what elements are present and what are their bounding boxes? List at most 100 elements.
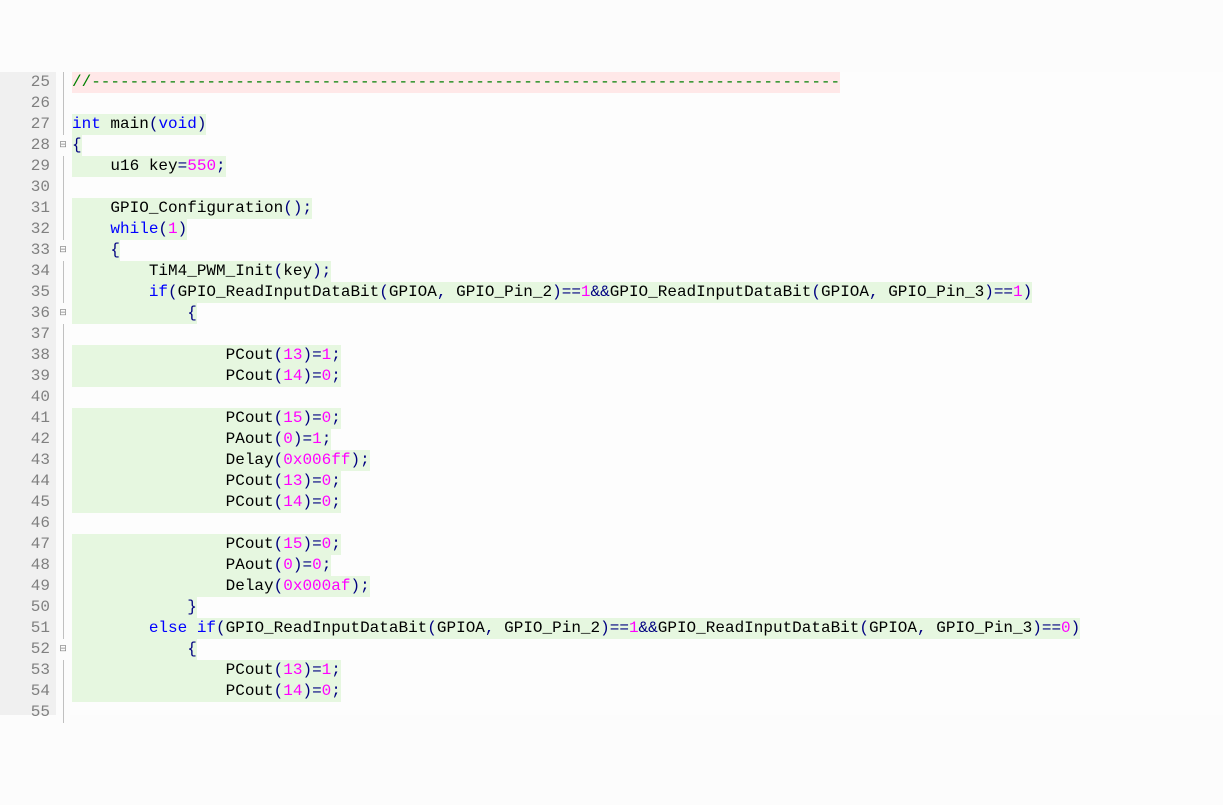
token-punc: ) — [302, 682, 312, 700]
token-punc: ( — [427, 619, 437, 637]
token-plain — [72, 619, 149, 637]
code-line[interactable] — [72, 702, 1223, 723]
token-punc: ( — [274, 472, 284, 490]
code-line[interactable] — [72, 177, 1223, 198]
code-line[interactable]: { — [72, 303, 1223, 324]
code-line[interactable]: PCout(14)=0; — [72, 492, 1223, 513]
token-number: 0 — [283, 430, 293, 448]
line-number: 30 — [0, 177, 50, 198]
code-line-content: GPIO_Configuration(); — [72, 198, 312, 219]
fold-guide — [56, 282, 70, 303]
token-number: 0 — [322, 682, 332, 700]
token-punc: ( — [859, 619, 869, 637]
token-number: 15 — [283, 409, 302, 427]
code-line[interactable]: Delay(0x006ff); — [72, 450, 1223, 471]
token-punc: { — [72, 136, 82, 154]
code-line[interactable]: if(GPIO_ReadInputDataBit(GPIOA, GPIO_Pin… — [72, 282, 1223, 303]
line-number: 28 — [0, 135, 50, 156]
code-line[interactable]: PCout(13)=1; — [72, 660, 1223, 681]
token-punc: ; — [331, 367, 341, 385]
token-punc: ( — [274, 577, 284, 595]
code-line[interactable]: PCout(13)=1; — [72, 345, 1223, 366]
token-number: 1 — [322, 661, 332, 679]
token-plain: GPIO_Pin_2 — [504, 619, 600, 637]
line-number: 29 — [0, 156, 50, 177]
code-line[interactable]: { — [72, 135, 1223, 156]
token-punc: , — [437, 283, 456, 301]
code-line-content: PCout(14)=0; — [72, 681, 341, 702]
token-plain: PCout — [72, 472, 274, 490]
token-punc: ; — [331, 493, 341, 511]
line-number: 25 — [0, 72, 50, 93]
code-line[interactable]: int main(void) — [72, 114, 1223, 135]
code-line[interactable]: GPIO_Configuration(); — [72, 198, 1223, 219]
fold-guide — [56, 513, 70, 534]
token-hex: 0x000af — [283, 577, 350, 595]
fold-toggle-icon[interactable]: ⊟ — [56, 135, 70, 156]
code-line[interactable] — [72, 93, 1223, 114]
fold-guide — [56, 534, 70, 555]
line-number: 42 — [0, 429, 50, 450]
line-number: 37 — [0, 324, 50, 345]
code-line[interactable]: TiM4_PWM_Init(key); — [72, 261, 1223, 282]
code-line[interactable]: while(1) — [72, 219, 1223, 240]
token-number: 1 — [581, 283, 591, 301]
code-line[interactable] — [72, 387, 1223, 408]
token-punc: ( — [216, 619, 226, 637]
fold-toggle-icon[interactable]: ⊟ — [56, 240, 70, 261]
code-line[interactable]: PCout(14)=0; — [72, 681, 1223, 702]
token-punc: ; — [331, 409, 341, 427]
token-operator: = — [312, 472, 322, 490]
token-plain: PAout — [72, 430, 274, 448]
token-plain — [72, 220, 110, 238]
fold-toggle-icon[interactable]: ⊟ — [56, 639, 70, 660]
code-line-content: { — [72, 240, 120, 261]
code-line[interactable] — [72, 324, 1223, 345]
code-editor: 2526272829303132333435363738394041424344… — [0, 72, 1223, 715]
code-line[interactable]: PCout(14)=0; — [72, 366, 1223, 387]
token-plain: PCout — [72, 346, 274, 364]
code-line-content: //--------------------------------------… — [72, 72, 840, 93]
token-plain: PAout — [72, 556, 274, 574]
token-operator: = — [312, 682, 322, 700]
code-area[interactable]: //--------------------------------------… — [70, 72, 1223, 715]
token-punc: ; — [216, 157, 226, 175]
code-line[interactable]: Delay(0x000af); — [72, 576, 1223, 597]
line-number: 44 — [0, 471, 50, 492]
token-plain: PCout — [72, 409, 274, 427]
token-punc: ); — [350, 451, 369, 469]
code-line[interactable]: else if(GPIO_ReadInputDataBit(GPIOA, GPI… — [72, 618, 1223, 639]
token-type: int — [72, 115, 101, 133]
token-operator: = — [302, 430, 312, 448]
code-line[interactable]: //--------------------------------------… — [72, 72, 1223, 93]
token-punc: ) — [1023, 283, 1033, 301]
token-punc: ; — [331, 661, 341, 679]
code-line[interactable]: PCout(15)=0; — [72, 408, 1223, 429]
fold-guide — [56, 156, 70, 177]
code-line[interactable]: PCout(15)=0; — [72, 534, 1223, 555]
token-number: 15 — [283, 535, 302, 553]
token-punc: ( — [158, 220, 168, 238]
code-line[interactable]: { — [72, 240, 1223, 261]
code-line-content: PAout(0)=1; — [72, 429, 331, 450]
fold-toggle-icon[interactable]: ⊟ — [56, 303, 70, 324]
fold-guide — [56, 450, 70, 471]
code-line[interactable]: PAout(0)=1; — [72, 429, 1223, 450]
code-line[interactable] — [72, 513, 1223, 534]
code-line[interactable]: PCout(13)=0; — [72, 471, 1223, 492]
code-line[interactable]: PAout(0)=0; — [72, 555, 1223, 576]
token-plain: GPIO_ReadInputDataBit — [178, 283, 380, 301]
code-line-content: TiM4_PWM_Init(key); — [72, 261, 331, 282]
code-line[interactable]: } — [72, 597, 1223, 618]
fold-guide — [56, 219, 70, 240]
code-line[interactable]: u16 key=550; — [72, 156, 1223, 177]
line-number: 38 — [0, 345, 50, 366]
code-line-content: else if(GPIO_ReadInputDataBit(GPIOA, GPI… — [72, 618, 1080, 639]
code-line[interactable]: { — [72, 639, 1223, 660]
token-operator: == — [610, 619, 629, 637]
token-punc: ; — [331, 535, 341, 553]
line-number: 45 — [0, 492, 50, 513]
token-operator: == — [562, 283, 581, 301]
line-number: 35 — [0, 282, 50, 303]
token-operator: = — [312, 535, 322, 553]
